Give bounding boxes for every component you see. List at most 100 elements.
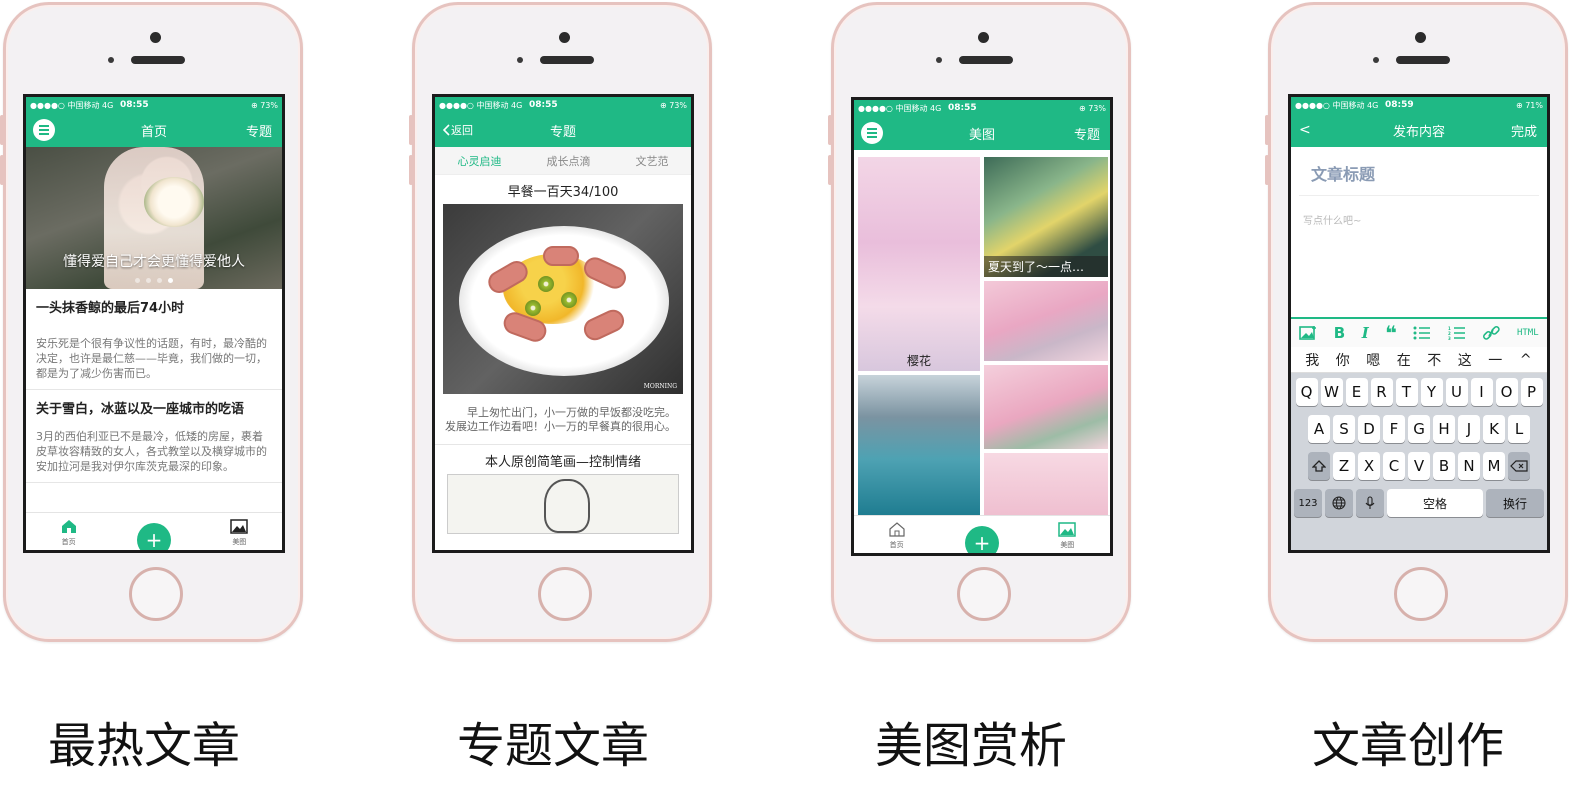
gallery-item[interactable] [984, 453, 1108, 515]
done-button[interactable]: 完成 [1511, 121, 1537, 140]
phone-mockup-1: ●●●●○ 中国移动 4G 08:55 ⊕ 73% 首页 专题 懂得爱自己才会更… [0, 2, 303, 642]
gallery-item[interactable] [858, 375, 980, 515]
publish-fab[interactable]: + [964, 526, 999, 553]
key-b[interactable]: B [1433, 452, 1455, 480]
numbered-list-icon[interactable]: 123 [1448, 326, 1466, 340]
candidate-word[interactable]: 一 [1480, 350, 1511, 370]
key-z[interactable]: Z [1333, 452, 1355, 480]
topic-post-title[interactable]: 早餐一百天34/100 [435, 181, 691, 200]
home-button[interactable] [129, 567, 183, 621]
tab-publish[interactable]: + 发布 [952, 526, 1012, 553]
candidate-word[interactable]: 在 [1389, 350, 1420, 370]
publish-fab[interactable]: + [136, 523, 171, 550]
tab-gallery[interactable]: 美图 [1037, 522, 1097, 550]
dictation-key[interactable] [1356, 489, 1384, 517]
content-textarea[interactable]: 写点什么吧~ [1291, 196, 1547, 243]
topics-link[interactable]: 专题 [1074, 124, 1100, 143]
key-o[interactable]: O [1495, 378, 1518, 406]
article-card[interactable]: 一头抹香鲸的最后74小时 安乐死是个很有争议性的话题，有时，最冷酷的决定，也许是… [26, 289, 282, 390]
candidate-word[interactable]: 你 [1328, 350, 1359, 370]
keyboard: Q W E R T Y U I O P A S D F G H J K L Z … [1291, 373, 1547, 550]
key-x[interactable]: X [1358, 452, 1380, 480]
gallery-item-label: 樱花 [906, 354, 931, 368]
gallery-item[interactable]: 樱花 [858, 157, 980, 371]
hero-banner[interactable]: 懂得爱自己才会更懂得爱他人 [26, 147, 282, 289]
key-s[interactable]: S [1333, 415, 1355, 443]
keyboard-row: 123 空格 换行 [1293, 489, 1545, 517]
italic-icon[interactable]: I [1362, 324, 1369, 342]
article-card[interactable]: 关于雪白，冰蓝以及一座城市的吃语 3月的西伯利亚已不是最冷，低矮的房屋，裹着皮草… [26, 390, 282, 483]
page-title: 发布内容 [1392, 124, 1445, 140]
key-t[interactable]: T [1395, 378, 1418, 406]
speaker-grille [131, 56, 185, 64]
bullet-list-icon[interactable] [1413, 326, 1431, 340]
caption-topic-articles: 专题文章 [457, 718, 650, 774]
svg-text:3: 3 [1448, 336, 1451, 340]
key-r[interactable]: R [1370, 378, 1393, 406]
tab-home[interactable]: 首页 [867, 522, 927, 550]
title-input[interactable]: 文章标题 [1299, 147, 1539, 196]
expand-candidates-icon[interactable]: ^ [1511, 352, 1542, 368]
key-g[interactable]: G [1408, 415, 1430, 443]
key-f[interactable]: F [1383, 415, 1405, 443]
topics-link[interactable]: 专题 [246, 121, 272, 140]
candidate-word[interactable]: 这 [1450, 350, 1481, 370]
key-d[interactable]: D [1358, 415, 1380, 443]
gallery-item[interactable] [984, 365, 1108, 449]
key-q[interactable]: Q [1295, 378, 1318, 406]
space-key[interactable]: 空格 [1387, 489, 1483, 517]
speaker-grille [959, 56, 1013, 64]
link-icon[interactable] [1482, 325, 1501, 341]
home-button[interactable] [1394, 567, 1448, 621]
gallery-item[interactable]: 夏天到了～一点… [984, 157, 1108, 277]
breakfast-photo[interactable]: MORNING [443, 204, 683, 394]
tab-growth[interactable]: 成长点滴 [547, 153, 591, 169]
home-button[interactable] [538, 567, 592, 621]
shift-key[interactable] [1308, 452, 1330, 480]
globe-key[interactable] [1325, 489, 1353, 517]
key-i[interactable]: I [1470, 378, 1493, 406]
key-n[interactable]: N [1458, 452, 1480, 480]
key-m[interactable]: M [1483, 452, 1505, 480]
tab-bar: 首页 + 发布 美图 [854, 515, 1110, 553]
backspace-key[interactable] [1508, 452, 1530, 480]
key-l[interactable]: L [1508, 415, 1530, 443]
key-v[interactable]: V [1408, 452, 1430, 480]
tab-publish[interactable]: + 发布 [124, 523, 184, 550]
topic-post-title[interactable]: 本人原创简笔画—控制情绪 [435, 451, 691, 470]
tab-gallery[interactable]: 美图 [209, 519, 269, 547]
insert-image-icon[interactable] [1299, 325, 1317, 341]
bold-icon[interactable]: B [1334, 324, 1345, 342]
status-bar: ●●●●○ 中国移动 4G 08:55 ⊕ 73% [26, 97, 282, 113]
sketch-image[interactable] [447, 474, 679, 534]
caption-hot-articles: 最热文章 [48, 718, 241, 774]
tab-inspiration[interactable]: 心灵启迪 [458, 153, 502, 169]
tab-art[interactable]: 文艺范 [636, 153, 669, 169]
html-mode-button[interactable]: HTML [1517, 328, 1539, 338]
key-p[interactable]: P [1520, 378, 1543, 406]
carousel-dots[interactable] [26, 278, 282, 283]
gallery-item[interactable] [984, 281, 1108, 361]
candidate-word[interactable]: 我 [1297, 350, 1328, 370]
phone-mockup-3: ●●●●○ 中国移动 4G 08:55 ⊕ 73% 美图 专题 樱花 夏天到了～… [828, 2, 1131, 642]
key-y[interactable]: Y [1420, 378, 1443, 406]
quote-icon[interactable]: ❝ [1385, 321, 1397, 345]
key-k[interactable]: K [1483, 415, 1505, 443]
key-c[interactable]: C [1383, 452, 1405, 480]
key-u[interactable]: U [1445, 378, 1468, 406]
key-h[interactable]: H [1433, 415, 1455, 443]
home-button[interactable] [957, 567, 1011, 621]
key-w[interactable]: W [1320, 378, 1343, 406]
keyboard-row: A S D F G H J K L [1293, 415, 1545, 443]
nav-bar: 首页 专题 [26, 113, 282, 147]
tab-home[interactable]: 首页 [39, 519, 99, 547]
return-key[interactable]: 换行 [1486, 489, 1544, 517]
key-a[interactable]: A [1308, 415, 1330, 443]
editor-toolbar: B I ❝ 123 HTML [1291, 317, 1547, 347]
key-e[interactable]: E [1345, 378, 1368, 406]
candidate-word[interactable]: 嗯 [1358, 350, 1389, 370]
speaker-grille [540, 56, 594, 64]
numbers-key[interactable]: 123 [1294, 489, 1322, 517]
key-j[interactable]: J [1458, 415, 1480, 443]
candidate-word[interactable]: 不 [1419, 350, 1450, 370]
